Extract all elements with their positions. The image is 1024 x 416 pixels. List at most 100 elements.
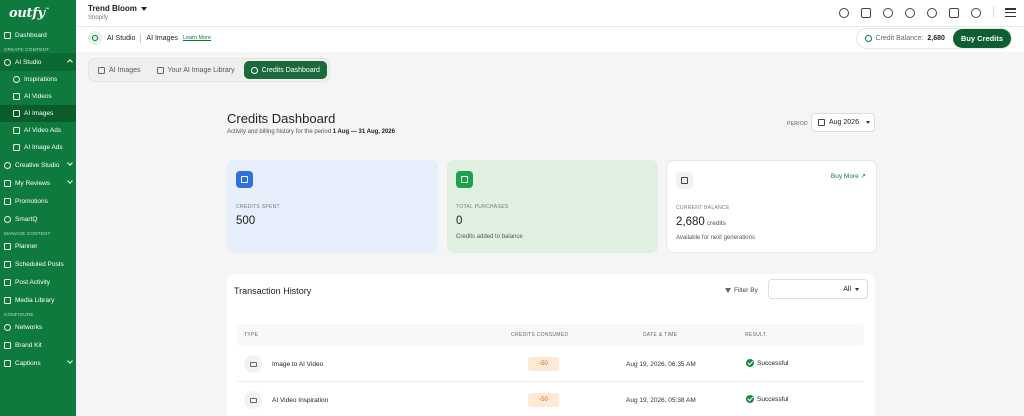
credit-balance-label: Credit Balance: [875,35,924,42]
breadcrumb-root[interactable]: AI Studio [107,35,135,42]
arrow-up-right-icon [236,171,253,188]
learn-more-link[interactable]: Learn More [183,35,211,41]
sidebar-item-ai-images[interactable]: AI Images [0,105,76,122]
sidebar-item-smartq[interactable]: SmartQ [0,210,76,228]
filter-select[interactable]: All [768,279,868,299]
credit-balance: Credit Balance: 2,680 Buy Credits [855,28,1012,49]
smartq-icon [4,215,11,223]
puzzle-icon[interactable] [881,6,894,19]
handshake-icon[interactable] [903,6,916,19]
tab-ai-images[interactable]: AI Images [91,61,148,79]
gear-icon[interactable] [969,6,982,19]
logo[interactable]: outfy™ [0,0,76,26]
sidebar-item-creative-studio[interactable]: Creative Studio [0,156,76,174]
row-result: Successful [746,359,788,367]
sidebar-item-ai-image-ads[interactable]: AI Image Ads [0,139,76,156]
period-value: Aug 2026 [829,119,859,126]
coin-icon [250,66,258,74]
sidebar-item-scheduled-posts[interactable]: Scheduled Posts [0,255,76,273]
column-type: TYPE [244,332,259,338]
brand-switcher[interactable]: Trend Bloom [88,4,147,13]
sidebar-item-label: Scheduled Posts [15,260,64,268]
period-label: PERIOD [787,121,808,127]
breadcrumb-current: AI Images [146,34,178,42]
tab-label: Credits Dashboard [261,66,320,74]
page-title: Credits Dashboard [227,111,336,126]
sidebar-item-label: AI Video Ads [24,127,62,134]
sidebar-item-label: Inspirations [24,76,58,83]
sidebar-item-brand-kit[interactable]: Brand Kit [0,336,76,354]
current-balance-card: Buy More ↗ CURRENT BALANCE 2,680 credits … [666,160,877,253]
user-icon[interactable] [837,6,850,19]
media-library-icon [4,296,11,304]
sidebar-item-media-library[interactable]: Media Library [0,291,76,309]
sidebar-item-label: Promotions [15,197,48,205]
buy-credits-button[interactable]: Buy Credits [952,29,1011,48]
topbar: Trend Bloom Shopify [76,0,1024,27]
credit-balance-value: 2,680 [927,35,945,42]
card-note: Available for next generations [676,235,755,241]
sidebar-item-label: AI Images [24,110,54,117]
scheduled-icon [4,260,11,268]
wallet-icon [456,171,473,188]
tab-credits-dashboard[interactable]: Credits Dashboard [243,61,327,79]
row-credits: -50 [528,357,559,371]
captions-icon [4,359,11,367]
sidebar-item-captions[interactable]: Captions [0,354,76,372]
promotions-icon [4,197,11,205]
coin-icon [864,35,872,42]
sidebar-item-label: Creative Studio [15,161,60,169]
sidebar-item-label: AI Videos [24,93,52,100]
tab-bar: AI Images Your AI Image Library Credits … [88,58,330,82]
video-ads-icon [13,127,20,134]
transaction-history: Transaction History Filter By All TYPE C… [227,274,875,416]
sidebar-item-promotions[interactable]: Promotions [0,192,76,210]
card-label: TOTAL PURCHASES [456,204,509,210]
row-result: Successful [746,395,788,403]
tab-ai-image-library[interactable]: Your AI Image Library [150,61,242,79]
credits-spent-card: CREDITS SPENT 500 [227,160,438,253]
column-result: RESULT [745,332,767,338]
sidebar-item-post-activity[interactable]: Post Activity [0,273,76,291]
sidebar-item-label: Media Library [15,296,55,304]
top-icons [837,6,1016,19]
column-credits: CREDITS CONSUMED [511,332,569,338]
sidebar-item-dashboard[interactable]: Dashboard [0,26,76,44]
card-value: 2,680 credits [676,216,726,228]
sidebar-item-label: Networks [15,323,43,331]
sidebar-item-label: AI Image Ads [24,144,63,151]
row-datetime: Aug 19, 2026, 06:35 AM [626,361,696,368]
table-row[interactable]: Image to AI Video -50 Aug 19, 2026, 06:3… [237,346,864,382]
sidebar-item-ai-video-ads[interactable]: AI Video Ads [0,122,76,139]
library-icon [156,66,164,74]
creative-studio-icon [4,161,11,169]
sidebar-item-planner[interactable]: Planner [0,237,76,255]
sidebar-item-networks[interactable]: Networks [0,318,76,336]
sidebar-item-ai-studio[interactable]: AI Studio [0,53,76,71]
video-icon [244,391,262,409]
row-type: AI Video Inspiration [272,397,329,404]
billing-icon[interactable] [859,6,872,19]
sidebar-item-inspirations[interactable]: Inspirations [0,71,76,88]
inspirations-icon [13,76,20,83]
reviews-icon [4,179,11,187]
lock-icon[interactable] [947,6,960,19]
buy-more-link[interactable]: Buy More ↗ [831,172,866,180]
sidebar-item-label: SmartQ [15,215,38,223]
menu-icon[interactable] [1005,8,1016,17]
filter-value: All [843,285,851,293]
period-select[interactable]: Aug 2026 [811,113,875,132]
sidebar-item-my-reviews[interactable]: My Reviews [0,174,76,192]
tab-label: Your AI Image Library [167,66,235,74]
table-row[interactable]: AI Video Inspiration -50 Aug 19, 2026, 0… [237,382,864,416]
check-circle-icon [746,359,754,367]
row-credits: -50 [528,393,559,407]
sidebar-section-manage-content: Manage Content [4,231,51,236]
credits-dashboard: Credits Dashboard Activity and billing h… [88,88,1016,416]
video-icon [13,93,20,100]
sidebar-item-label: Dashboard [15,31,47,39]
support-icon[interactable] [925,6,938,19]
page-subtitle: Activity and billing history for the per… [227,129,395,135]
activity-icon [4,278,11,286]
sidebar-item-ai-videos[interactable]: AI Videos [0,88,76,105]
